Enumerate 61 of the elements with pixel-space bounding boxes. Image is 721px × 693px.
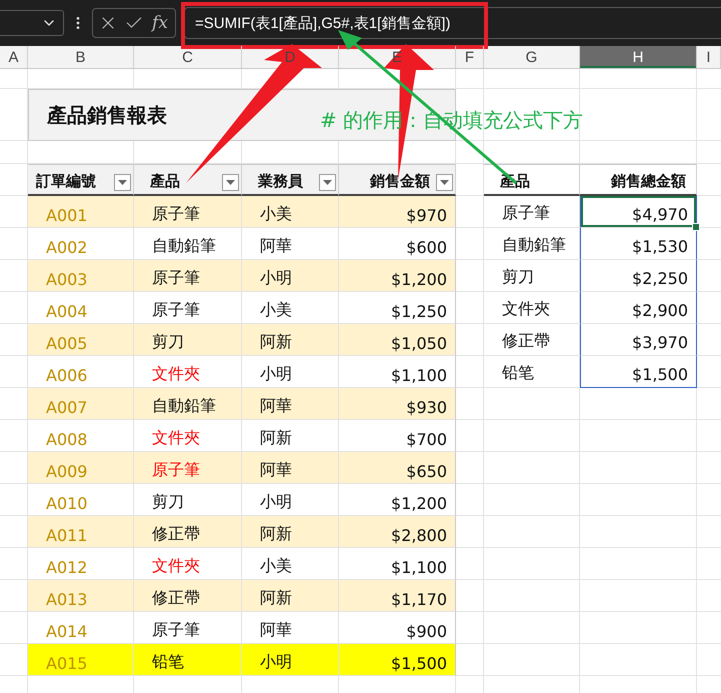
table-cell: 原子筆 [134, 452, 242, 484]
table-cell: 阿新 [242, 324, 339, 356]
insert-function-button[interactable]: fx [149, 12, 171, 34]
table-cell: $2,800 [339, 516, 456, 548]
column-header: 產品 [150, 172, 180, 191]
fill-handle[interactable] [692, 223, 700, 231]
caret-icon [440, 180, 449, 185]
table-cell: 原子筆 [134, 196, 242, 228]
table-cell: $1,170 [339, 580, 456, 612]
table-cell: 阿華 [242, 388, 339, 420]
table-cell: A015 [28, 644, 134, 676]
caret-icon [226, 180, 235, 185]
column-heading[interactable]: C [134, 46, 242, 68]
table-cell[interactable]: $2,900 [580, 292, 697, 324]
filter-button[interactable] [319, 174, 336, 191]
column-header: 銷售總金額 [611, 172, 686, 191]
filter-button[interactable] [222, 174, 239, 191]
column-header: 業務員 [258, 172, 303, 191]
table-cell: 剪刀 [134, 324, 242, 356]
table-cell[interactable]: $3,970 [580, 324, 697, 356]
table-cell: 阿華 [242, 452, 339, 484]
table-cell: A013 [28, 580, 134, 612]
table-cell: 阿新 [242, 580, 339, 612]
table-cell: 原子筆 [134, 260, 242, 292]
table-cell: 自動鉛筆 [134, 388, 242, 420]
column-heading[interactable]: H [580, 46, 697, 68]
filter-button[interactable] [114, 174, 131, 191]
table-cell: 阿新 [242, 516, 339, 548]
table-cell: $1,500 [339, 644, 456, 676]
table-cell: 铅笔 [134, 644, 242, 676]
table-cell: A001 [28, 196, 134, 228]
column-header: 訂單編號 [36, 172, 96, 191]
caret-icon [118, 180, 127, 185]
table-cell: $1,050 [339, 324, 456, 356]
table-cell: A011 [28, 516, 134, 548]
table-cell: $650 [339, 452, 456, 484]
table-cell: 小美 [242, 196, 339, 228]
filter-button[interactable] [436, 174, 453, 191]
name-box[interactable] [0, 10, 64, 36]
table-cell: A005 [28, 324, 134, 356]
caret-icon [323, 180, 332, 185]
table-cell: 修正帶 [134, 580, 242, 612]
table-cell: $1,200 [339, 260, 456, 292]
column-heading[interactable]: I [697, 46, 721, 68]
table-cell: 小明 [242, 644, 339, 676]
table-cell[interactable]: $1,500 [580, 356, 697, 388]
column-header: 銷售金額 [370, 172, 430, 191]
table-cell: A009 [28, 452, 134, 484]
table-cell: A003 [28, 260, 134, 292]
table-cell[interactable]: $4,970 [580, 196, 697, 228]
table-cell[interactable]: $2,250 [580, 260, 697, 292]
formula-field[interactable]: =SUMIF(表1[產品],G5#,表1[銷售金額]) [184, 7, 721, 39]
table-cell: $970 [339, 196, 456, 228]
table-cell[interactable]: $1,530 [580, 228, 697, 260]
table-cell: A007 [28, 388, 134, 420]
column-heading[interactable]: F [456, 46, 484, 68]
table-cell: 小明 [242, 260, 339, 292]
table-cell: $930 [339, 388, 456, 420]
table-cell: 修正帶 [134, 516, 242, 548]
column-heading[interactable]: B [28, 46, 134, 68]
column-heading[interactable]: A [0, 46, 28, 68]
